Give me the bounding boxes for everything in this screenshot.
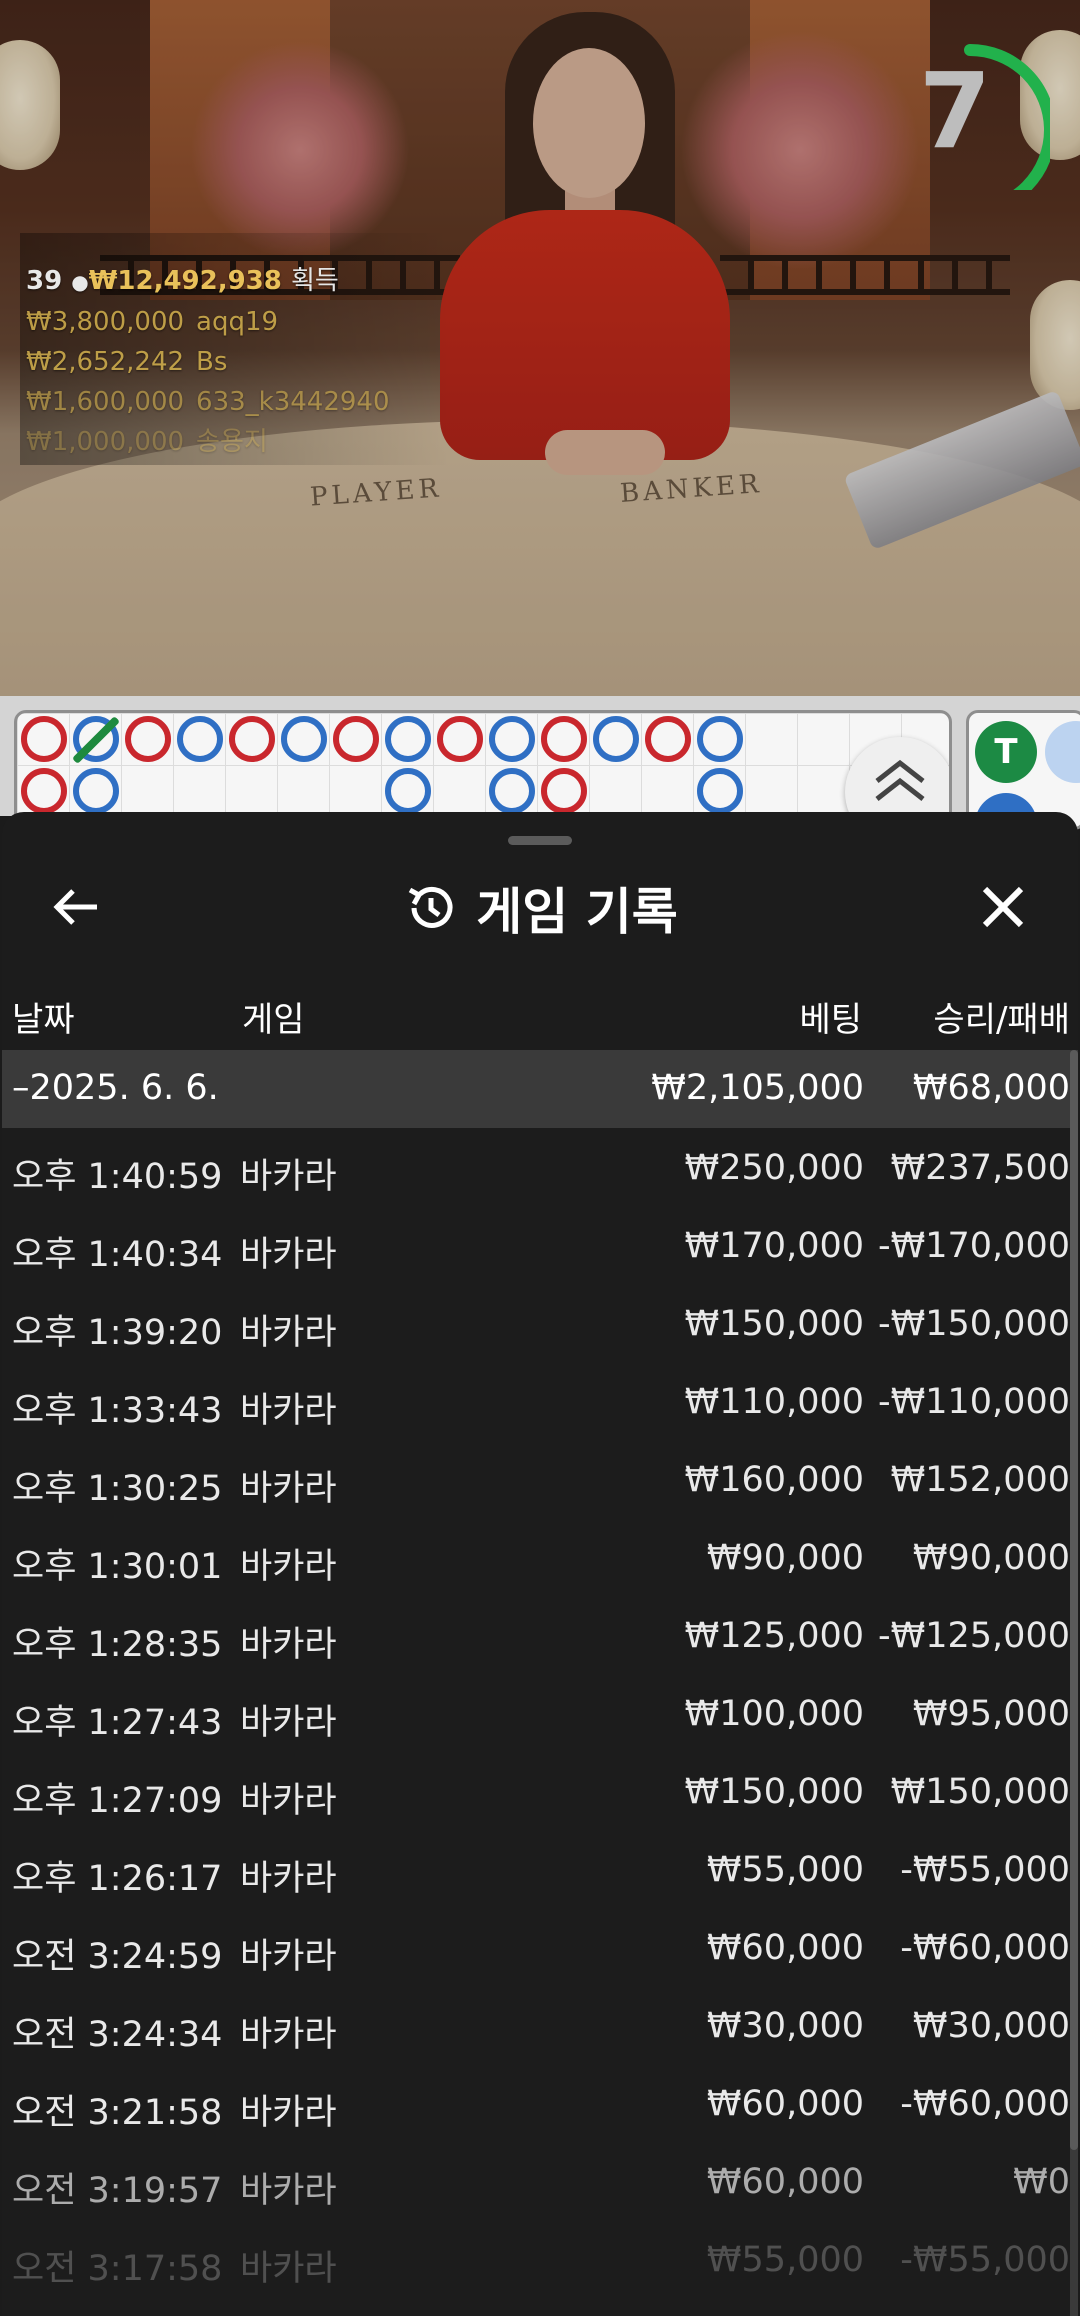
total-winnings: ₩12,492,938 xyxy=(88,266,282,296)
table-row[interactable]: 오후 1:27:09 바카라 ₩150,000 ₩150,000 xyxy=(2,1754,1074,1832)
winner-item: ₩2,652,242 Bs xyxy=(26,347,228,377)
timer-value: 7 xyxy=(918,50,992,172)
player-ring xyxy=(385,768,431,814)
player-ring xyxy=(177,716,223,762)
table-row[interactable]: 오후 1:30:01 바카라 ₩90,000 ₩90,000 xyxy=(2,1520,1074,1598)
group-date: –2025. 6. 6. xyxy=(12,1068,219,1108)
winner-item: ₩1,600,000 633_k3442940 xyxy=(26,387,390,417)
player-count: 39 xyxy=(26,266,63,296)
player-ring xyxy=(489,768,535,814)
table-row[interactable]: 오전 3:19:57 바카라 ₩60,000 ₩0 xyxy=(2,2144,1074,2222)
banker-ring xyxy=(125,716,171,762)
banker-ring xyxy=(437,716,483,762)
history-list: 오후 1:40:59 바카라 ₩250,000 ₩237,500 오후 1:40:34… xyxy=(2,1130,1074,2300)
banker-ring xyxy=(21,716,67,762)
column-header-game: 게임 xyxy=(242,1000,305,1040)
date-group-row[interactable]: –2025. 6. 6. ₩2,105,000 ₩68,000 xyxy=(2,1050,1074,1128)
close-button[interactable] xyxy=(968,872,1038,942)
group-bet-total: ₩2,105,000 xyxy=(651,1068,864,1108)
banker-ring xyxy=(21,768,67,814)
table-row[interactable]: 오후 1:26:17 바카라 ₩55,000 -₩55,000 xyxy=(2,1832,1074,1910)
game-history-sheet: 게임 기록 날짜 게임 베팅 승리/패배 –2025. 6. 6. ₩2,105… xyxy=(2,812,1078,2316)
table-row[interactable]: 오후 1:39:20 바카라 ₩150,000 -₩150,000 xyxy=(2,1286,1074,1364)
close-icon xyxy=(982,886,1024,928)
table-row[interactable]: 오후 1:28:35 바카라 ₩125,000 -₩125,000 xyxy=(2,1598,1074,1676)
banker-ring xyxy=(541,768,587,814)
winner-item: ₩1,000,000 송용지 xyxy=(26,427,268,457)
scroll-thumb[interactable] xyxy=(1070,1050,1078,2150)
player-ring xyxy=(593,716,639,762)
table-row[interactable]: 오후 1:33:43 바카라 ₩110,000 -₩110,000 xyxy=(2,1364,1074,1442)
table-row[interactable]: 오후 1:30:25 바카라 ₩160,000 ₩152,000 xyxy=(2,1442,1074,1520)
banker-ring xyxy=(645,716,691,762)
table-row[interactable]: 오후 1:27:43 바카라 ₩100,000 ₩95,000 xyxy=(2,1676,1074,1754)
column-header-bet: 베팅 xyxy=(799,1000,862,1040)
scrollbar[interactable] xyxy=(1070,1050,1078,2316)
roadmap-strip: T xyxy=(0,696,1080,830)
page-title: 게임 기록 xyxy=(476,883,678,941)
table-row[interactable]: 오후 1:40:59 바카라 ₩250,000 ₩237,500 xyxy=(2,1130,1074,1208)
table-row[interactable]: 오전 3:17:58 바카라 ₩55,000 -₩55,000 xyxy=(2,2222,1074,2300)
table-header: 날짜 게임 베팅 승리/패배 xyxy=(2,984,1078,1044)
winnings-suffix: 획득 xyxy=(290,266,339,296)
banker-ring xyxy=(229,716,275,762)
banker-ring xyxy=(333,716,379,762)
player-ring xyxy=(385,716,431,762)
countdown-timer: 7 xyxy=(884,30,1056,216)
table-row[interactable]: 오전 3:24:59 바카라 ₩60,000 -₩60,000 xyxy=(2,1910,1074,1988)
player-ring xyxy=(697,768,743,814)
person-icon: ● xyxy=(71,270,89,294)
sheet-header: 게임 기록 xyxy=(2,870,1078,946)
player-ring xyxy=(489,716,535,762)
drag-handle[interactable] xyxy=(508,836,572,845)
winner-item: ₩3,800,000 aqq19 xyxy=(26,307,279,337)
table-row[interactable]: 오전 3:24:34 바카라 ₩30,000 ₩30,000 xyxy=(2,1988,1074,2066)
player-indicator xyxy=(1045,721,1080,783)
tie-indicator: T xyxy=(975,721,1037,783)
group-result-total: ₩68,000 xyxy=(912,1068,1070,1108)
table-row[interactable]: 오후 1:40:34 바카라 ₩170,000 -₩170,000 xyxy=(2,1208,1074,1286)
live-video: PLAYER BANKER 39 ●₩12,492,938 획득 ₩3,800,… xyxy=(0,0,1080,700)
chevron-up-icon xyxy=(875,759,925,801)
banker-ring xyxy=(541,716,587,762)
history-icon xyxy=(409,886,453,928)
column-header-result: 승리/패배 xyxy=(933,1000,1070,1040)
player-ring xyxy=(73,768,119,814)
column-header-date: 날짜 xyxy=(12,1000,75,1040)
table-row[interactable]: 오전 3:21:58 바카라 ₩60,000 -₩60,000 xyxy=(2,2066,1074,2144)
winners-summary: 39 ●₩12,492,938 획득 xyxy=(26,261,444,302)
player-ring xyxy=(697,716,743,762)
winners-panel: 39 ●₩12,492,938 획득 ₩3,800,000 aqq19 ₩2,65… xyxy=(20,233,450,465)
player-ring xyxy=(281,716,327,762)
